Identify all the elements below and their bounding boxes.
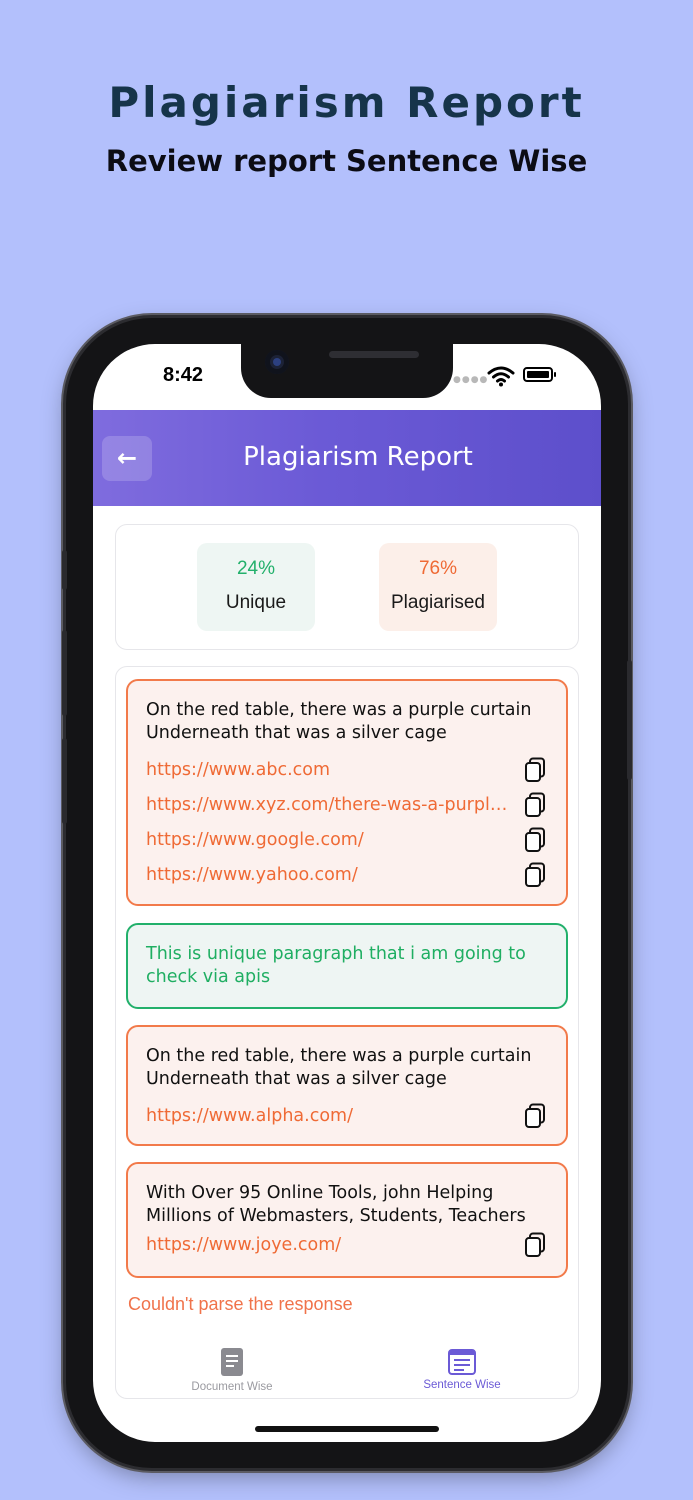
power-button — [627, 660, 632, 780]
source-link[interactable]: https://www.abc.com — [146, 760, 518, 780]
stats-card: 24% Unique 76% Plagiarised — [115, 524, 579, 650]
promo-title: Plagiarism Report — [108, 78, 585, 127]
source-link-row: https://www.yahoo.com/ — [146, 858, 548, 893]
copy-icon[interactable] — [524, 1103, 546, 1129]
tab-document-wise[interactable]: Document Wise — [162, 1347, 302, 1393]
tab-sentence-wise[interactable]: Sentence Wise — [392, 1347, 532, 1391]
plagiarised-percent: 76% — [418, 558, 458, 579]
signal-dots-icon: ●●●● — [453, 375, 489, 385]
result-item: With Over 95 Online Tools, john Helping … — [126, 1162, 568, 1278]
unique-stat: 24% Unique — [197, 543, 315, 631]
plagiarised-stat: 76% Plagiarised — [379, 543, 497, 631]
header-title: Plagiarism Report — [243, 442, 473, 472]
source-link-row: https://www.google.com/ — [146, 823, 548, 858]
status-time: 8:42 — [163, 364, 204, 386]
volume-down-button — [62, 738, 67, 824]
source-link-row: https://www.joye.com/ — [146, 1228, 548, 1263]
copy-icon[interactable] — [524, 1232, 546, 1258]
result-sentence: This is unique paragraph that i am going… — [146, 944, 526, 987]
error-message: Couldn't parse the response — [128, 1294, 353, 1314]
app-header: ← Plagiarism Report — [93, 410, 601, 506]
unique-percent: 24% — [236, 558, 276, 579]
source-link[interactable]: https://www.yahoo.com/ — [146, 865, 518, 885]
source-link[interactable]: https://www.xyz.com/there-was-a-purple-c… — [146, 795, 518, 815]
copy-icon[interactable] — [524, 862, 546, 888]
status-icons: ●●●● — [451, 364, 561, 388]
result-sentence: On the red table, there was a purple cur… — [146, 1046, 532, 1089]
results-card: On the red table, there was a purple cur… — [115, 666, 579, 1399]
source-link[interactable]: https://www.joye.com/ — [146, 1235, 518, 1255]
source-link-row: https://www.alpha.com/ — [146, 1099, 548, 1134]
volume-up-button — [62, 630, 67, 716]
phone-screen: 8:42 ●●●● ← Plagiarism Report 24% Unique… — [93, 344, 601, 1442]
home-indicator[interactable] — [255, 1426, 439, 1432]
result-sentence: With Over 95 Online Tools, john Helping … — [146, 1183, 526, 1226]
result-sentence: On the red table, there was a purple cur… — [146, 700, 532, 743]
unique-label: Unique — [225, 592, 287, 613]
document-icon — [221, 1348, 243, 1376]
copy-icon[interactable] — [524, 827, 546, 853]
copy-icon[interactable] — [524, 757, 546, 783]
phone-frame: 8:42 ●●●● ← Plagiarism Report 24% Unique… — [62, 318, 632, 1468]
sentence-list-icon — [448, 1349, 476, 1375]
result-item: On the red table, there was a purple cur… — [126, 679, 568, 906]
source-link[interactable]: https://www.alpha.com/ — [146, 1106, 518, 1126]
copy-icon[interactable] — [524, 792, 546, 818]
result-item-unique: This is unique paragraph that i am going… — [126, 923, 568, 1009]
source-link-row: https://www.abc.com — [146, 753, 548, 788]
wifi-icon — [487, 366, 515, 387]
source-link-row: https://www.xyz.com/there-was-a-purple-c… — [146, 788, 548, 823]
battery-icon — [523, 367, 556, 382]
tab-label: Sentence Wise — [423, 1379, 501, 1391]
promo-subtitle: Review report Sentence Wise — [105, 144, 588, 178]
front-camera-icon — [265, 350, 289, 374]
source-link[interactable]: https://www.google.com/ — [146, 830, 518, 850]
earpiece-speaker — [329, 351, 419, 358]
mute-switch — [62, 550, 67, 590]
result-item: On the red table, there was a purple cur… — [126, 1025, 568, 1146]
plagiarised-label: Plagiarised — [391, 592, 485, 613]
tab-label: Document Wise — [191, 1381, 273, 1393]
